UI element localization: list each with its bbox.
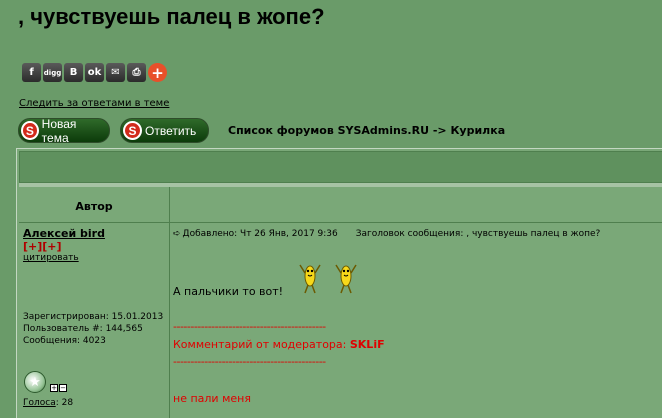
odnoklassniki-icon[interactable]: ok	[85, 63, 104, 82]
rank-controls[interactable]: + −	[50, 384, 67, 392]
rank-plus-icon[interactable]: +	[50, 384, 58, 392]
dancing-banana-icon	[335, 264, 357, 294]
sysadmins-logo-icon: S	[21, 121, 39, 140]
mod-separator-top: ----------------------------------------…	[173, 320, 326, 333]
post-table: Автор Алексей bird [+][+] цитировать Зар…	[16, 148, 662, 418]
post-subject: Заголовок сообщения: , чувствуешь палец …	[355, 229, 601, 239]
post-added-text: Добавлено: Чт 26 Янв, 2017 9:36	[182, 229, 338, 239]
author-column-header: Автор	[75, 199, 113, 213]
new-topic-button[interactable]: S Новая тема	[18, 116, 110, 145]
row-divider	[19, 222, 662, 223]
breadcrumb[interactable]: Список форумов SYSAdmins.RU -> Курилка	[228, 124, 505, 137]
mod-label: Комментарий от модератора:	[173, 338, 347, 351]
author-cell: Алексей bird [+][+] цитировать	[23, 227, 168, 263]
votes: Голоса: 28	[23, 398, 73, 408]
print-icon[interactable]: ⎙	[127, 63, 146, 82]
post-link-arrow-icon[interactable]: ➪	[173, 229, 181, 239]
votes-link[interactable]: Голоса	[23, 398, 56, 408]
registered-date: Зарегистрирован: 15.01.2013	[23, 312, 164, 322]
share-bar: f digg B ok ✉ ⎙ +	[22, 63, 167, 82]
post-body: А пальчики то вот!	[173, 285, 284, 298]
mod-separator-bottom: ----------------------------------------…	[173, 355, 326, 368]
topic-title: , чувствуешь палец в жопе?	[18, 4, 325, 29]
moderator-comment: Комментарий от модератора: SKLiF	[173, 338, 385, 351]
votes-value: : 28	[55, 398, 74, 408]
reply-button[interactable]: S Ответить	[120, 118, 209, 143]
karma-controls[interactable]: [+][+]	[23, 240, 168, 253]
sysadmins-logo-icon: S	[123, 121, 142, 140]
table-header-band	[19, 151, 662, 183]
post-added: ➪ Добавлено: Чт 26 Янв, 2017 9:36	[173, 229, 338, 239]
dancing-banana-icon	[299, 264, 321, 294]
vkontakte-icon[interactable]: B	[64, 63, 83, 82]
author-name[interactable]: Алексей bird	[23, 227, 168, 240]
moderator-name: SKLiF	[349, 338, 385, 351]
facebook-icon[interactable]: f	[22, 63, 41, 82]
more-plus-icon[interactable]: +	[148, 63, 167, 82]
follow-topic-link[interactable]: Следить за ответами в теме	[19, 98, 169, 109]
message-count: Сообщения: 4023	[23, 336, 106, 346]
quote-link[interactable]: цитировать	[23, 253, 168, 263]
post-meta: ➪ Добавлено: Чт 26 Янв, 2017 9:36 Заголов…	[173, 229, 600, 239]
table-subheader	[19, 183, 662, 187]
digg-icon[interactable]: digg	[43, 63, 62, 82]
new-topic-label: Новая тема	[41, 116, 77, 145]
rank-star-icon: ★	[24, 371, 46, 393]
author-meta: Зарегистрирован: 15.01.2013 Пользователь…	[23, 311, 163, 347]
user-number: Пользователь #: 144,565	[23, 324, 143, 334]
email-icon[interactable]: ✉	[106, 63, 125, 82]
moderator-text: не пали меня	[173, 392, 251, 405]
rank-minus-icon[interactable]: −	[59, 384, 67, 392]
reply-label: Ответить	[145, 123, 197, 138]
